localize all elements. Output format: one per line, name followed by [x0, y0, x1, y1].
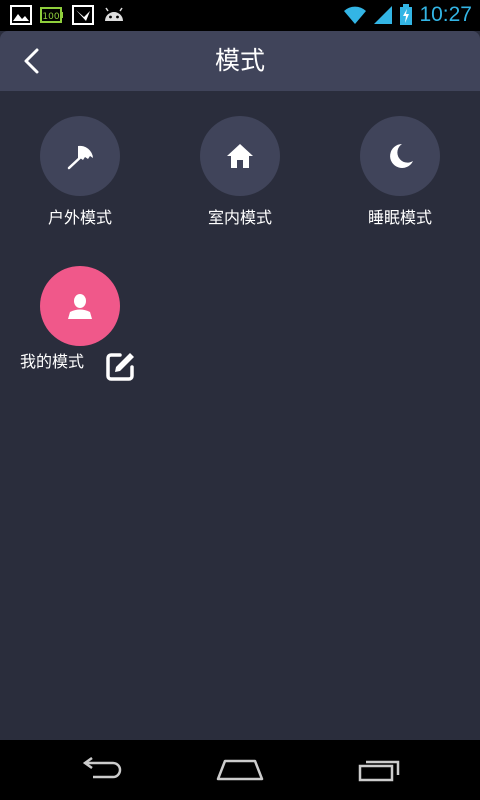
- edit-icon: [106, 353, 134, 381]
- home-icon: [216, 759, 264, 781]
- mode-sleep[interactable]: 睡眠模式: [320, 116, 480, 230]
- back-button[interactable]: [14, 43, 50, 79]
- edit-button[interactable]: [102, 349, 138, 385]
- mode-outdoor-circle[interactable]: [40, 116, 120, 196]
- mode-custom-circle[interactable]: [40, 266, 120, 346]
- battery-charging-icon: [400, 4, 413, 25]
- battery-badge: 100: [42, 12, 59, 22]
- mode-indoor-circle[interactable]: [200, 116, 280, 196]
- nav-home-button[interactable]: [200, 750, 280, 790]
- mode-outdoor-label: 户外模式: [47, 208, 112, 227]
- status-bar-system: 10:27: [343, 2, 472, 28]
- recent-apps-icon: [358, 760, 400, 782]
- image-icon: [10, 5, 32, 25]
- moon-icon: [390, 144, 413, 168]
- mode-indoor[interactable]: 室内模式: [160, 116, 320, 230]
- mode-indoor-label: 室内模式: [207, 208, 272, 227]
- mode-sleep-label: 睡眠模式: [367, 208, 432, 227]
- clock: 10:27: [419, 3, 472, 26]
- mode-custom[interactable]: [0, 266, 160, 346]
- mode-outdoor[interactable]: 户外模式: [0, 116, 160, 230]
- nav-back-button[interactable]: [60, 750, 140, 790]
- chevron-left-icon: [24, 48, 39, 74]
- page-title: 模式: [214, 46, 265, 75]
- user-icon: [68, 294, 92, 319]
- home-icon: [227, 144, 253, 168]
- title-bar: 模式: [0, 31, 480, 91]
- mode-custom-label: 我的模式: [20, 352, 85, 371]
- back-icon: [82, 757, 122, 779]
- mode-sleep-circle[interactable]: [360, 116, 440, 196]
- signal-icon: [374, 6, 393, 24]
- status-bar: 100 10:27: [0, 0, 480, 31]
- navigation-bar: [0, 740, 480, 800]
- nav-recent-apps-button[interactable]: [340, 750, 420, 790]
- app-screen: 模式 户外模式 室内模式 睡眠模式 我的模式: [0, 31, 480, 740]
- status-bar-notifications: 100: [10, 5, 126, 25]
- wifi-icon: [344, 6, 367, 24]
- bird-icon: [72, 5, 94, 25]
- android-icon: [105, 7, 123, 21]
- battery-100-icon: 100: [40, 7, 63, 23]
- umbrella-icon: [67, 145, 93, 170]
